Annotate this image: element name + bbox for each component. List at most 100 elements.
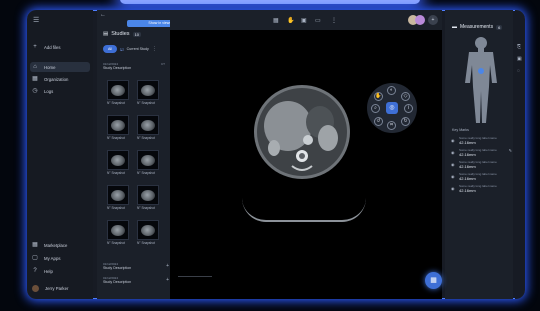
sidebar-item-label: Logs	[44, 88, 54, 94]
clock-icon: ◷	[32, 88, 38, 94]
snapshot-thumbnail[interactable]: N° Snapshot	[137, 185, 159, 210]
sidebar-item-organization[interactable]: ▦ Organization	[32, 74, 68, 84]
snapshot-thumbnail[interactable]: N° Snapshot	[137, 150, 159, 175]
thumbnail-image	[137, 150, 159, 170]
zoom-tool-icon[interactable]: ⌕	[371, 104, 380, 113]
measurements-count: 6	[496, 24, 503, 30]
measure-icon: ◉	[451, 186, 455, 191]
sidebar-item-my-apps[interactable]: ▢ My Apps	[32, 253, 60, 263]
sidebar-item-add-files[interactable]: + Add files	[32, 42, 60, 52]
add-collaborator-icon[interactable]: +	[428, 15, 438, 25]
study-row-collapsed[interactable]: 01/12/2024 Study Description +	[103, 262, 169, 271]
menu-icon[interactable]: ☰	[33, 16, 39, 24]
thumbnail-image	[137, 185, 159, 205]
thumbnail-image	[107, 80, 129, 100]
organization-icon: ▦	[32, 76, 38, 82]
collaborator-avatar[interactable]	[415, 15, 425, 25]
studies-filter: All ☑ Current Study ⋮	[103, 45, 157, 53]
video-icon[interactable]: ▭	[315, 17, 321, 24]
contrast-tool-icon[interactable]: ◐	[387, 86, 396, 95]
sidebar-item-home[interactable]: ⌂ Home	[30, 62, 90, 72]
snapshot-thumbnail[interactable]: N° Snapshot	[107, 115, 129, 140]
study-row[interactable]: 01/12/2024 CT Study Description	[103, 62, 169, 71]
measurements-section-label: Key Marks	[452, 128, 469, 132]
study-description: Study Description	[103, 266, 132, 270]
sidebar-item-label: Add files	[44, 44, 61, 50]
thumbnail-label: N° Snapshot	[107, 206, 125, 210]
body-figure-image[interactable]	[455, 35, 507, 125]
measurements-title: Measurements	[460, 24, 494, 30]
info-tool-icon[interactable]: i	[404, 104, 413, 113]
more-options-icon[interactable]: ⋮	[331, 17, 337, 24]
marketplace-icon: ▦	[32, 242, 38, 248]
rotate-tool-icon[interactable]: ↺	[374, 117, 383, 126]
ruler-icon: ▬	[452, 24, 457, 30]
measurement-item[interactable]: ◉ Some really long label name 42.16mm	[451, 172, 513, 184]
thumbnail-label: N° Snapshot	[137, 171, 155, 175]
sidebar-item-help[interactable]: ? Help	[32, 266, 53, 276]
chat-icon[interactable]: ◌	[517, 68, 520, 74]
image-viewer[interactable]: ◐ ✋ ◇ ⌕ ◎ i ↺ ⌗ ↻	[170, 30, 442, 299]
measurement-item[interactable]: ◉ Some really long label name 42.16mm	[451, 136, 513, 148]
left-sidebar: ☰ + Add files ⌂ Home ▦ Organization ◷ Lo…	[27, 10, 93, 299]
measurement-value: 42.16mm	[459, 140, 476, 145]
filter-all-button[interactable]: All	[103, 45, 117, 53]
snapshot-thumbnail[interactable]: N° Snapshot	[137, 80, 159, 105]
snapshot-thumbnail[interactable]: N° Snapshot	[137, 220, 159, 245]
link-icon[interactable]: ⎘	[517, 44, 521, 50]
sidebar-item-label: Organization	[44, 76, 69, 82]
help-icon: ?	[33, 268, 37, 274]
snapshot-thumbnail[interactable]: N° Snapshot	[107, 220, 129, 245]
ct-slice-image	[254, 85, 350, 179]
layers-tool-icon[interactable]: ◇	[401, 92, 410, 101]
measurement-value: 42.16mm	[459, 152, 476, 157]
thumbnail-image	[107, 115, 129, 135]
viewer-scrollbar[interactable]	[178, 276, 212, 277]
grid-layout-icon[interactable]: ▦	[273, 17, 279, 24]
checkbox-icon[interactable]: ☑	[120, 47, 124, 52]
sidebar-item-label: Home	[44, 64, 56, 70]
studies-count: 10	[132, 31, 142, 37]
grid-fab-button[interactable]: ▦	[425, 272, 442, 289]
snapshot-thumbnail[interactable]: N° Snapshot	[107, 185, 129, 210]
measure-icon: ◉	[451, 150, 455, 155]
filter-current-study[interactable]: Current Study	[127, 47, 149, 51]
reset-tool-icon[interactable]: ↻	[401, 117, 410, 126]
expand-icon[interactable]: +	[166, 263, 169, 269]
sidebar-item-logs[interactable]: ◷ Logs	[32, 86, 53, 96]
measure-icon: ◉	[451, 138, 455, 143]
snapshot-thumbnail[interactable]: N° Snapshot	[107, 80, 129, 105]
more-icon[interactable]: ⋮	[152, 46, 157, 52]
measurement-item[interactable]: ◉ Some really long label name 42.16mm	[451, 184, 513, 196]
viewer-toolbar: ▦ ✋ ▣ ▭ ⋮ +	[170, 10, 442, 30]
thumbnail-image	[107, 185, 129, 205]
snapshot-thumbnail[interactable]: N° Snapshot	[137, 115, 159, 140]
app-window: ☰ + Add files ⌂ Home ▦ Organization ◷ Lo…	[27, 10, 525, 299]
sidebar-item-marketplace[interactable]: ▦ Marketplace	[32, 240, 67, 250]
snapshot-thumbnail[interactable]: N° Snapshot	[107, 150, 129, 175]
selected-tool-icon[interactable]: ◎	[386, 102, 398, 114]
hand-tool-icon[interactable]: ✋	[287, 17, 294, 24]
edit-icon[interactable]: ✎	[509, 148, 512, 153]
measurement-value: 42.16mm	[459, 176, 476, 181]
thumbnail-image	[137, 80, 159, 100]
thumbnail-label: N° Snapshot	[107, 171, 125, 175]
sidebar-item-label: My Apps	[44, 255, 61, 261]
image-icon[interactable]: ▣	[517, 56, 522, 62]
thumbnail-label: N° Snapshot	[137, 101, 155, 105]
back-arrow-icon[interactable]: ←	[100, 12, 106, 18]
measurement-item[interactable]: ◉ Some really long label name 42.16mm	[451, 160, 513, 172]
thumbnail-image	[137, 115, 159, 135]
thumbnail-image	[107, 150, 129, 170]
expand-icon[interactable]: +	[166, 277, 169, 283]
thumbnail-label: N° Snapshot	[107, 136, 125, 140]
study-row-collapsed[interactable]: 01/12/2024 Study Description +	[103, 276, 169, 285]
crop-tool-icon[interactable]: ⌗	[387, 121, 396, 130]
thumbnail-label: N° Snapshot	[137, 241, 155, 245]
pan-tool-icon[interactable]: ✋	[374, 92, 383, 101]
studies-header: ▤ Studies 10	[103, 31, 142, 37]
measurement-item[interactable]: ◉ Some really long label name 42.16mm ✎	[451, 148, 513, 160]
capture-icon[interactable]: ▣	[301, 17, 307, 24]
user-profile[interactable]: Jerry Parker	[32, 283, 68, 293]
sidebar-item-label: Help	[44, 268, 53, 274]
